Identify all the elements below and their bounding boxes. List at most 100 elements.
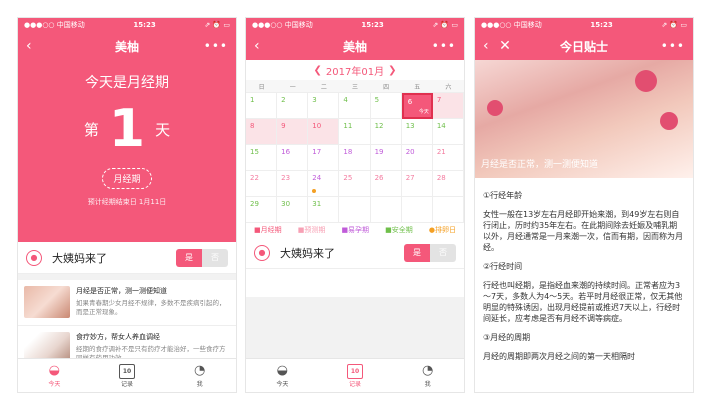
tab-record[interactable]: 10 记录 (319, 359, 392, 392)
calendar-day[interactable]: 25 (339, 171, 371, 197)
calendar-day[interactable]: 8 (246, 119, 278, 145)
day-number: 11 (343, 122, 353, 130)
weekday-label: 三 (351, 83, 358, 91)
day-number: 3 (312, 96, 317, 104)
no-button[interactable]: 否 (430, 243, 456, 262)
day-number: 6 (407, 98, 413, 106)
legend-period: ■月经期 (254, 226, 282, 234)
calendar-day[interactable]: 11 (339, 119, 371, 145)
back-icon[interactable]: ‹ (26, 38, 56, 54)
close-icon[interactable]: ✕ (499, 38, 511, 54)
no-button[interactable]: 否 (202, 248, 228, 267)
tab-label: 记录 (121, 380, 134, 388)
article-desc: 如果青春期少女月经不规律，多数不是疾病引起的，而是正常现象。 (76, 299, 226, 316)
section-text: 月经的周期即两次月经之间的第一天相隔时 (483, 352, 635, 361)
day-number: 24 (312, 174, 322, 182)
calendar-icon: 10 (347, 363, 363, 379)
back-icon[interactable]: ‹ (254, 38, 284, 54)
day-number: 13 (405, 122, 415, 130)
calendar-grid: 1 2 3 4 5 6 今天 7 8 9 10 11 12 13 14 15 16 17 18 19 20 21 22 23 2… (246, 92, 464, 223)
calendar-empty-cell (339, 197, 371, 223)
calendar-day[interactable]: 18 (339, 145, 371, 171)
calendar-day[interactable]: 12 (370, 119, 402, 145)
calendar-day[interactable]: 15 (246, 145, 278, 171)
section-text: 女性一般在13岁左右月经即开始来潮，到49岁左右则自行闭止，历时约35年左右。在… (483, 210, 683, 252)
yes-no-toggle: 是 否 (404, 243, 456, 262)
today-tag: 今天 (418, 109, 429, 115)
calendar-day[interactable]: 14 (432, 119, 464, 145)
phone-tips-screen: ●●●○○ 中国移动 15:23 ⇗ ⏰ ▭ ‹ ✕ 今日贴士 ••• 月经是否… (474, 17, 694, 393)
calendar-day[interactable]: 24 (308, 171, 340, 197)
yes-button[interactable]: 是 (404, 243, 430, 262)
calendar-day[interactable]: 19 (370, 145, 402, 171)
tab-record[interactable]: 10 记录 (91, 359, 164, 392)
day-number: 25 (343, 174, 353, 182)
article-item[interactable]: 月经是否正常，测一测便知道 如果青春期少女月经不规律，多数不是疾病引起的，而是正… (18, 280, 236, 326)
day-number: 16 (281, 148, 291, 156)
day-number: 4 (343, 96, 348, 104)
article-thumbnail (24, 286, 70, 318)
more-icon[interactable]: ••• (198, 39, 228, 53)
calendar-day[interactable]: 2 (277, 93, 309, 119)
calendar-day[interactable]: 22 (246, 171, 278, 197)
predicted-end: 预计经期结束日 1月11日 (87, 198, 167, 206)
calendar-day[interactable]: 27 (401, 171, 433, 197)
section-heading: ②行经时间 (483, 262, 523, 271)
calendar-day[interactable]: 13 (401, 119, 433, 145)
tab-today[interactable]: ◒ 今天 (246, 359, 319, 392)
calendar-day[interactable]: 29 (246, 197, 278, 223)
calendar-day[interactable]: 23 (277, 171, 309, 197)
tab-me[interactable]: ◔ 我 (391, 359, 464, 392)
calendar-day[interactable]: 26 (370, 171, 402, 197)
carrier: ●●●○○ 中国移动 (481, 21, 542, 29)
day-number: 1 (250, 96, 255, 104)
clock: 15:23 (361, 21, 384, 29)
calendar-day[interactable]: 30 (277, 197, 309, 223)
calendar-day[interactable]: 7 (432, 93, 464, 119)
calendar-day[interactable]: 16 (277, 145, 309, 171)
calendar-day[interactable]: 21 (432, 145, 464, 171)
calendar-day[interactable]: 9 (277, 119, 309, 145)
calendar-day[interactable]: 3 (308, 93, 340, 119)
tab-label: 我 (424, 381, 431, 388)
calendar-day[interactable]: 4 (339, 93, 371, 119)
nav-bar: ‹ 美柚 ••• (18, 32, 236, 60)
calendar-day[interactable]: 1 (246, 93, 278, 119)
calendar-day[interactable]: 5 (370, 93, 402, 119)
calendar-day[interactable]: 31 (308, 197, 340, 223)
more-icon[interactable]: ••• (655, 39, 685, 53)
day-number: 7 (436, 96, 442, 104)
prev-month-icon[interactable]: ❮ (314, 65, 322, 76)
calendar-icon: 10 (119, 363, 135, 379)
weekday-label: 日 (258, 83, 265, 91)
section-text: 行经也叫经期，是指经血来潮的持续时间。正常者应为3～7天，多数人为4～5天。若平… (483, 281, 683, 323)
calendar-day[interactable]: 28 (432, 171, 464, 197)
phase-pill[interactable]: 月经期 (102, 168, 152, 189)
status-icons: ⇗ ⏰ ▭ (204, 21, 230, 29)
legend-ovulation: ●排卵日 (428, 226, 456, 234)
nav-title: 美柚 (342, 39, 367, 54)
tab-me[interactable]: ◔ 我 (163, 359, 236, 392)
yes-button[interactable]: 是 (176, 248, 202, 267)
day-number: 14 (436, 122, 446, 130)
nav-title: 美柚 (114, 39, 139, 54)
calendar-day[interactable]: 10 (308, 119, 340, 145)
calendar-day[interactable]: 17 (308, 145, 340, 171)
tab-label: 记录 (349, 380, 362, 388)
more-icon[interactable]: ••• (426, 39, 456, 53)
tab-label: 我 (196, 381, 203, 388)
tab-today[interactable]: ◒ 今天 (18, 359, 91, 392)
day-number: 8 (250, 122, 255, 130)
phone-calendar-screen: ●●●○○ 中国移动 15:23 ⇗ ⏰ ▭ ‹ 美柚 ••• ❮ 2017年0… (245, 17, 465, 393)
drop-icon: ● (254, 244, 270, 261)
profile-icon: ◔ (422, 363, 434, 378)
weekday-label: 一 (289, 83, 296, 91)
clock: 15:23 (133, 21, 156, 29)
back-icon[interactable]: ‹ ✕ (483, 38, 513, 54)
day-number: 22 (250, 174, 259, 182)
day-number: 15 (250, 148, 259, 156)
calendar-day[interactable]: 20 (401, 145, 433, 171)
calendar-day-today[interactable]: 6 今天 (401, 93, 433, 119)
next-month-icon[interactable]: ❯ (388, 65, 396, 76)
day-number: 20 (405, 148, 415, 156)
